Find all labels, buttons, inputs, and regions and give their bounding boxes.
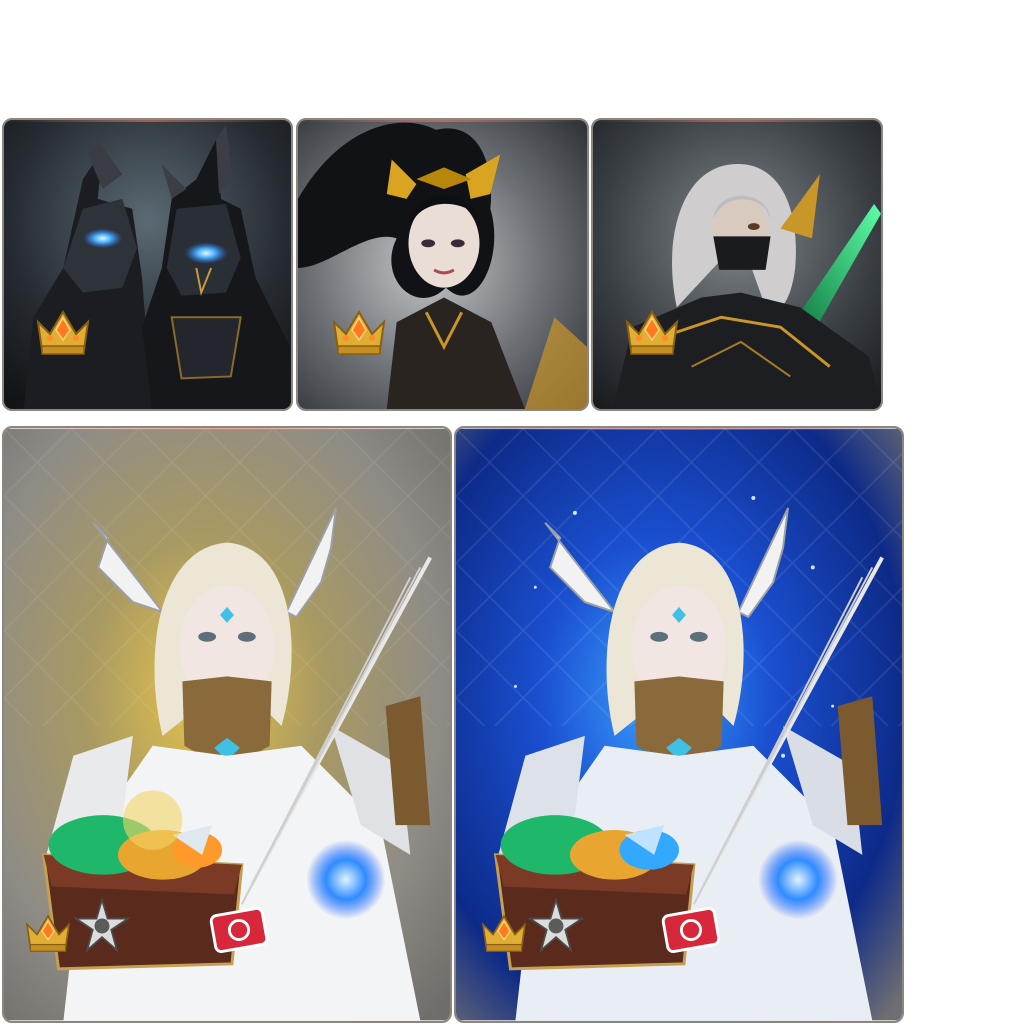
crown-gem-icon [625, 310, 679, 355]
red-ticket-icon [661, 907, 721, 953]
reward-card-blue[interactable] [454, 426, 904, 1023]
sorceress-portrait [298, 120, 587, 409]
crown-gem-icon [332, 310, 386, 355]
assassin-portrait [593, 120, 881, 409]
crown-gem-icon [481, 914, 527, 952]
character-card-assassin[interactable] [591, 118, 883, 411]
silver-star-emblem-icon [74, 898, 130, 954]
silver-star-emblem-icon [528, 898, 584, 954]
character-card-sorceress[interactable] [296, 118, 589, 411]
reward-card-gold[interactable] [2, 426, 452, 1023]
red-ticket-icon [209, 907, 269, 953]
character-card-twin-knights[interactable] [2, 118, 293, 411]
crown-gem-icon [25, 914, 71, 952]
crown-gem-icon [36, 310, 90, 355]
reward-card-grid [0, 0, 1024, 1024]
twin-knights-portrait [4, 120, 291, 409]
